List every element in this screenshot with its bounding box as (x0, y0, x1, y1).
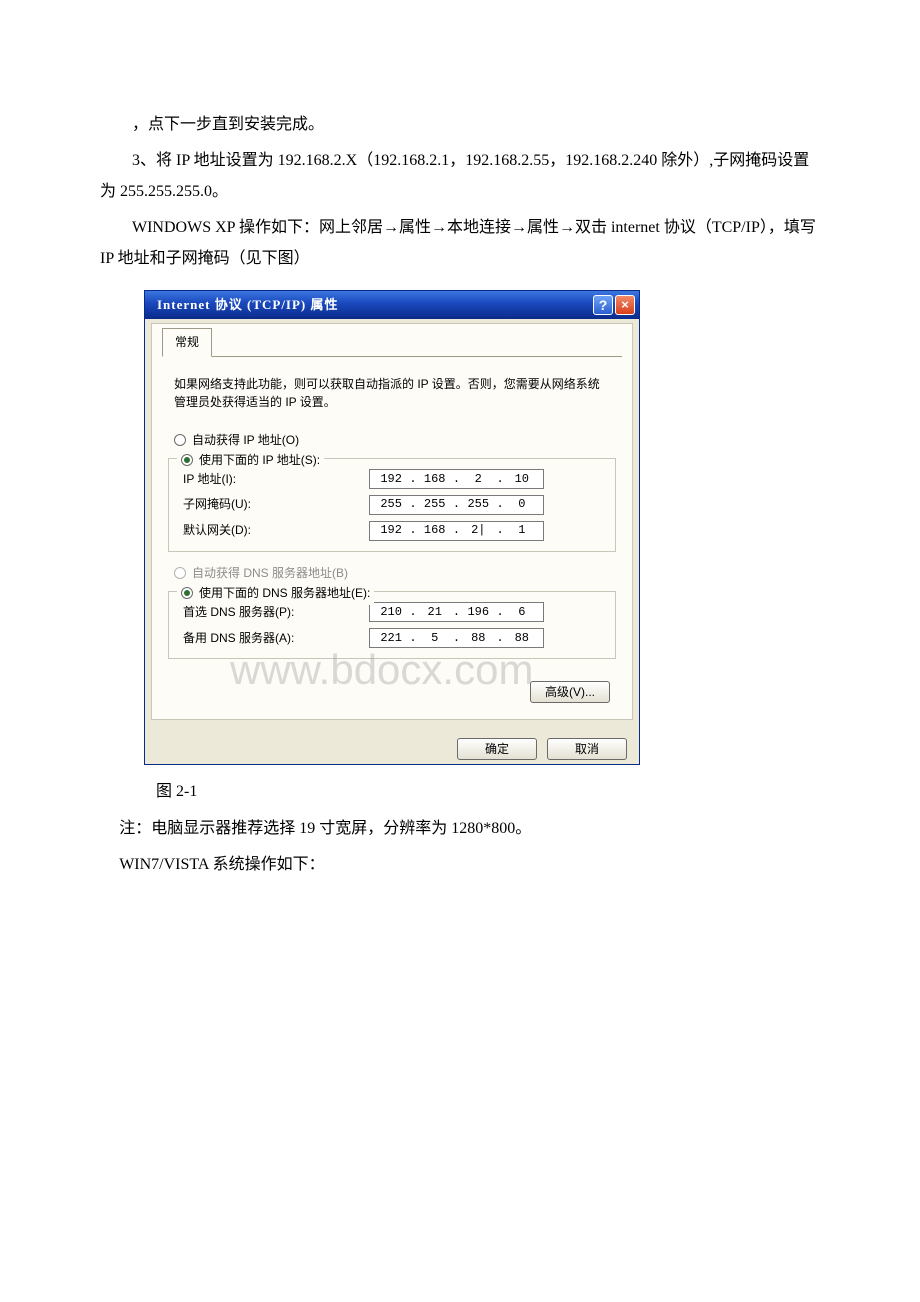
dns-group: 使用下面的 DNS 服务器地址(E): 首选 DNS 服务器(P): 210. … (168, 591, 616, 660)
radio-use-ip[interactable]: 使用下面的 IP 地址(S): (181, 449, 320, 472)
paragraph-2: 3、将 IP 地址设置为 192.168.2.X（192.168.2.1，192… (100, 146, 820, 207)
ip-octet[interactable]: 221 (374, 627, 408, 650)
paragraph-note: 注：电脑显示器推荐选择 19 寸宽屏，分辨率为 1280*800。 (119, 814, 820, 844)
advanced-button[interactable]: 高级(V)... (530, 681, 610, 703)
paragraph-5: WIN7/VISTA 系统操作如下： (119, 850, 820, 880)
cancel-button[interactable]: 取消 (547, 738, 627, 760)
ip-octet[interactable]: 192 (374, 468, 408, 491)
ip-octet[interactable]: 192 (374, 519, 408, 542)
close-button[interactable]: × (615, 295, 635, 315)
subnet-mask-input[interactable]: 255. 255. 255. 0 (369, 495, 544, 515)
subnet-mask-label: 子网掩码(U): (179, 493, 369, 516)
gateway-label: 默认网关(D): (179, 519, 369, 542)
ip-octet[interactable]: 0 (505, 493, 539, 516)
ip-octet[interactable]: 255 (461, 493, 495, 516)
dns2-label: 备用 DNS 服务器(A): (179, 627, 369, 650)
ip-octet[interactable]: 6 (505, 601, 539, 624)
radio-dot-icon (181, 587, 193, 599)
paragraph-3: WINDOWS XP 操作如下：网上邻居→属性→本地连接→属性→双击 inter… (100, 213, 820, 274)
radio-dot-icon (174, 434, 186, 446)
ip-octet[interactable]: 2 (461, 468, 495, 491)
ip-octet[interactable]: 1 (505, 519, 539, 542)
ip-octet[interactable]: 196 (461, 601, 495, 624)
radio-dot-icon (181, 454, 193, 466)
dns2-input[interactable]: 221. 5. 88. 88 (369, 628, 544, 648)
figure-caption: 图 2-1 (156, 777, 820, 807)
ip-octet[interactable]: 10 (505, 468, 539, 491)
dialog-title: Internet 协议 (TCP/IP) 属性 (157, 293, 591, 318)
gateway-input[interactable]: 192. 168. 2|. 1 (369, 521, 544, 541)
ip-octet[interactable]: 168 (418, 468, 452, 491)
ip-octet[interactable]: 88 (461, 627, 495, 650)
tab-strip: 常规 (162, 328, 622, 357)
paragraph-1: ，点下一步直到安装完成。 (100, 110, 820, 140)
ip-octet[interactable]: 255 (418, 493, 452, 516)
ip-octet[interactable]: 168 (418, 519, 452, 542)
ip-group: 使用下面的 IP 地址(S): IP 地址(I): 192. 168. 2. 1… (168, 458, 616, 552)
ok-button[interactable]: 确定 (457, 738, 537, 760)
radio-use-dns[interactable]: 使用下面的 DNS 服务器地址(E): (181, 582, 370, 605)
radio-label: 使用下面的 DNS 服务器地址(E): (199, 582, 370, 605)
ip-octet[interactable]: 2| (461, 519, 495, 542)
radio-label: 使用下面的 IP 地址(S): (199, 449, 320, 472)
ip-octet[interactable]: 210 (374, 601, 408, 624)
ip-address-input[interactable]: 192. 168. 2. 10 (369, 469, 544, 489)
dns1-input[interactable]: 210. 21. 196. 6 (369, 602, 544, 622)
tcpip-dialog: Internet 协议 (TCP/IP) 属性 ? × 常规 如果网络支持此功能… (144, 290, 640, 765)
tab-general[interactable]: 常规 (162, 328, 212, 357)
ip-octet[interactable]: 88 (505, 627, 539, 650)
dialog-button-row: 确定 取消 (145, 730, 639, 764)
help-button[interactable]: ? (593, 295, 613, 315)
ip-octet[interactable]: 21 (418, 601, 452, 624)
ip-octet[interactable]: 5 (418, 627, 452, 650)
titlebar: Internet 协议 (TCP/IP) 属性 ? × (145, 291, 639, 319)
dialog-description: 如果网络支持此功能，则可以获取自动指派的 IP 设置。否则，您需要从网络系统管理… (162, 367, 622, 425)
radio-dot-icon (174, 567, 186, 579)
ip-octet[interactable]: 255 (374, 493, 408, 516)
